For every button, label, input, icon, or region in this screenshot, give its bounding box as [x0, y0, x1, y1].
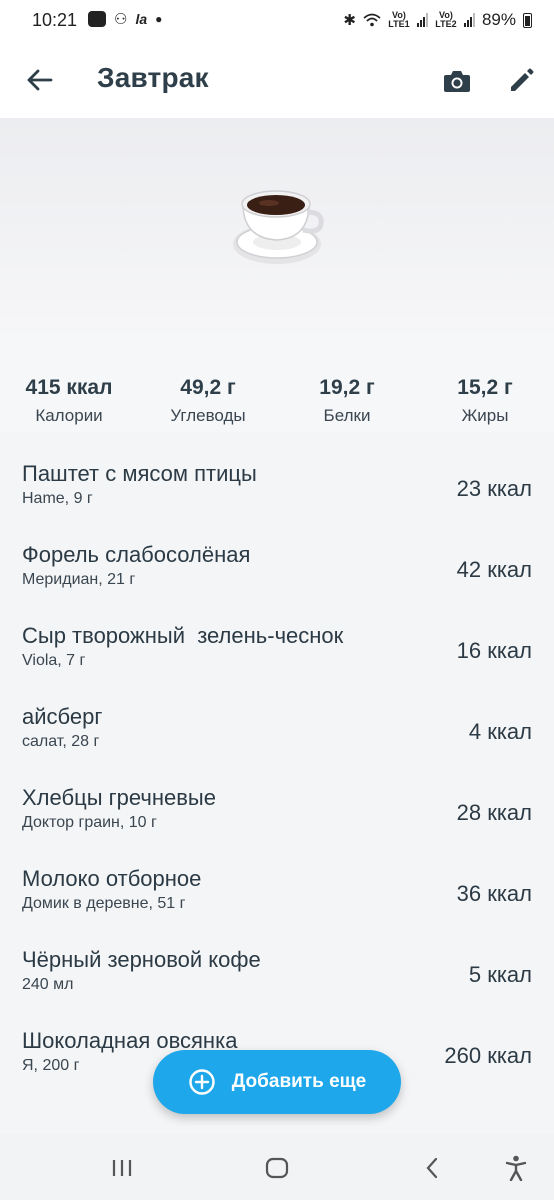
accessibility-icon: [505, 1155, 527, 1181]
back-button[interactable]: [18, 58, 62, 102]
recent-apps-icon: [112, 1160, 132, 1176]
food-brand-portion: Домик в деревне, 51 г: [22, 895, 186, 912]
edit-button[interactable]: [498, 58, 544, 104]
food-item[interactable]: Чёрный зерновой кофе 240 мл 5 ккал: [0, 931, 554, 1012]
page-title: Завтрак: [97, 62, 209, 93]
protein-stat: 19,2 г Белки: [282, 376, 412, 426]
bluetooth-icon: ✱: [343, 12, 356, 29]
food-brand-portion: салат, 28 г: [22, 733, 100, 750]
camera-button[interactable]: [434, 58, 480, 104]
app-bar: Завтрак: [0, 44, 554, 118]
notification-app-icon: ⚇: [114, 11, 128, 28]
notification-app-label: la: [135, 11, 148, 27]
fat-stat: 15,2 г Жиры: [420, 376, 550, 426]
food-brand-portion: Доктор граин, 10 г: [22, 814, 157, 831]
food-calories: 36 ккал: [456, 881, 532, 906]
battery-icon: [523, 12, 532, 28]
food-name: Форель слабосолёная: [22, 542, 251, 567]
food-item[interactable]: Форель слабосолёная Меридиан, 21 г 42 кк…: [0, 526, 554, 607]
food-item[interactable]: Молоко отборное Домик в деревне, 51 г 36…: [0, 850, 554, 931]
add-more-button[interactable]: Добавить еще: [153, 1050, 401, 1114]
calories-label: Калории: [35, 406, 103, 425]
system-icons: ✱ Vo) LTE1 Vo) LTE2 89%: [343, 10, 532, 30]
status-bar: 10:21 ⚇ la ● ✱ Vo) LTE1 Vo) LTE2 89%: [0, 0, 554, 44]
notification-app-icon: [88, 11, 106, 27]
plus-circle-icon: [189, 1069, 215, 1095]
system-nav-bar: [0, 1134, 554, 1200]
food-calories: 28 ккал: [456, 800, 532, 825]
battery-percent: 89%: [481, 10, 516, 29]
signal-2-icon: [463, 13, 475, 27]
food-brand-portion: Меридиан, 21 г: [22, 571, 136, 588]
fat-value: 15,2 г: [457, 376, 513, 399]
calories-stat: 415 ккал Калории: [4, 376, 134, 426]
food-brand-portion: Я, 200 г: [22, 1057, 80, 1074]
more-notifications-dot-icon: ●: [155, 12, 163, 26]
food-calories: 5 ккал: [468, 962, 532, 987]
back-arrow-icon: [27, 69, 53, 91]
calories-value: 415 ккал: [25, 376, 113, 399]
add-more-label: Добавить еще: [231, 1071, 367, 1092]
back-icon: [426, 1157, 438, 1179]
food-name: Хлебцы гречневые: [22, 785, 216, 810]
accessibility-button[interactable]: [496, 1152, 536, 1184]
home-button[interactable]: [257, 1152, 297, 1184]
protein-label: Белки: [323, 406, 371, 425]
food-item[interactable]: Хлебцы гречневые Доктор граин, 10 г 28 к…: [0, 769, 554, 850]
food-name: айсберг: [22, 704, 103, 729]
food-brand-portion: Viola, 7 г: [22, 652, 86, 669]
notification-icons: ⚇ la ●: [88, 10, 162, 28]
pencil-icon: [511, 68, 534, 91]
recent-apps-button[interactable]: [102, 1152, 142, 1184]
fat-label: Жиры: [461, 406, 509, 425]
status-time: 10:21: [32, 10, 78, 30]
system-back-button[interactable]: [412, 1152, 452, 1184]
carbs-stat: 49,2 г Углеводы: [143, 376, 273, 426]
camera-icon: [444, 71, 470, 92]
food-calories: 23 ккал: [456, 476, 532, 501]
signal-1-icon: [416, 13, 428, 27]
food-calories: 42 ккал: [456, 557, 532, 582]
food-brand-portion: Hame, 9 г: [22, 490, 93, 507]
food-name: Молоко отборное: [22, 866, 202, 891]
food-brand-portion: 240 мл: [22, 976, 74, 993]
food-calories: 260 ккал: [444, 1043, 532, 1068]
home-icon: [265, 1157, 289, 1179]
food-item[interactable]: Сыр творожный зелень-чеснок Viola, 7 г 1…: [0, 607, 554, 688]
coffee-cup-icon: [233, 190, 324, 264]
food-name: Чёрный зерновой кофе: [22, 947, 261, 972]
protein-value: 19,2 г: [319, 376, 375, 399]
food-item[interactable]: Паштет с мясом птицы Hame, 9 г 23 ккал: [0, 445, 554, 526]
food-name: Паштет с мясом птицы: [22, 461, 257, 486]
food-item[interactable]: айсберг салат, 28 г 4 ккал: [0, 688, 554, 769]
wifi-icon: [363, 13, 381, 27]
network-2-label: Vo) LTE2: [435, 10, 457, 29]
food-list: Паштет с мясом птицы Hame, 9 г 23 ккал Ф…: [0, 445, 554, 1093]
food-name: Сыр творожный зелень-чеснок: [22, 623, 344, 648]
food-calories: 4 ккал: [468, 719, 532, 744]
carbs-label: Углеводы: [170, 406, 246, 425]
food-calories: 16 ккал: [456, 638, 532, 663]
meal-image-area: [0, 118, 554, 332]
carbs-value: 49,2 г: [180, 376, 236, 399]
nutrition-summary: 415 ккал Калории 49,2 г Углеводы 19,2 г …: [0, 332, 554, 432]
network-1-label: Vo) LTE1: [388, 10, 410, 29]
